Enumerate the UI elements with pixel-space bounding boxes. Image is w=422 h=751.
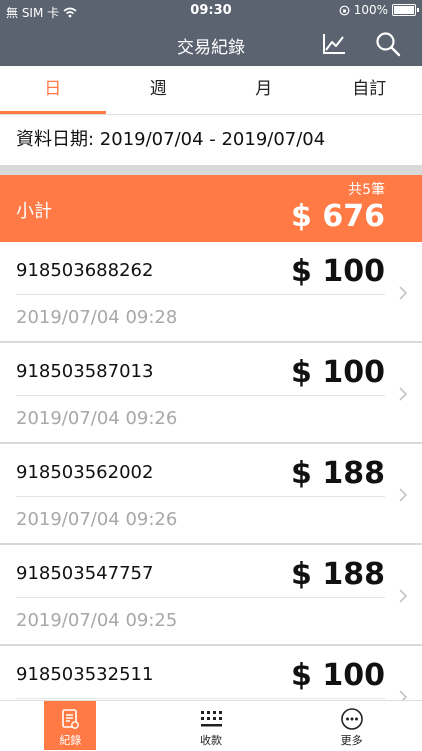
- subtotal-amount: $ 676: [291, 199, 385, 234]
- transaction-id: 918503547757: [16, 563, 153, 584]
- keypad-icon: [199, 707, 223, 731]
- transaction-time: 2019/07/04 09:26: [16, 509, 177, 530]
- nav-more-label: 更多: [281, 732, 422, 748]
- transaction-time: 2019/07/04 09:26: [16, 408, 177, 429]
- transaction-time: 2019/07/04 09:25: [16, 610, 177, 631]
- chevron-right-icon: [398, 589, 408, 603]
- transaction-amount: $ 100: [291, 355, 385, 390]
- transaction-row[interactable]: 918503587013 $ 100 2019/07/04 09:26: [0, 343, 422, 444]
- battery-icon: [392, 4, 416, 16]
- chart-button[interactable]: [320, 30, 348, 58]
- chevron-right-icon: [398, 387, 408, 401]
- nav-collect[interactable]: 收款: [141, 701, 282, 751]
- transaction-list: 918503688262 $ 100 2019/07/04 09:28 9185…: [0, 242, 422, 700]
- transaction-id: 918503587013: [16, 361, 153, 382]
- transaction-id: 918503688262: [16, 260, 153, 281]
- header-bar: 交易紀錄: [0, 22, 422, 66]
- bottom-nav: 紀錄 收款 更多: [0, 700, 422, 751]
- row-divider: [16, 597, 385, 598]
- row-divider: [16, 496, 385, 497]
- tab-month[interactable]: 月: [211, 66, 317, 114]
- transaction-amount: $ 188: [291, 557, 385, 592]
- status-bar: 無 SIM 卡 09:30 100%: [0, 0, 422, 22]
- transaction-id: 918503532511: [16, 664, 153, 685]
- more-icon: [340, 707, 364, 731]
- transaction-id: 918503562002: [16, 462, 153, 483]
- date-range: 資料日期: 2019/07/04 - 2019/07/04: [0, 115, 422, 165]
- chevron-right-icon: [398, 286, 408, 300]
- tab-custom[interactable]: 自訂: [317, 66, 422, 114]
- receipt-icon: [58, 707, 82, 731]
- chevron-right-icon: [398, 690, 408, 700]
- chevron-right-icon: [398, 488, 408, 502]
- nav-records[interactable]: 紀錄: [0, 701, 141, 751]
- battery-group: 100%: [339, 3, 416, 17]
- subtotal-banner: 小計 共5筆 $ 676: [0, 175, 422, 242]
- tab-week[interactable]: 週: [106, 66, 212, 114]
- line-chart-icon: [320, 30, 348, 58]
- transaction-row[interactable]: 918503547757 $ 188 2019/07/04 09:25: [0, 545, 422, 646]
- transaction-row[interactable]: 918503562002 $ 188 2019/07/04 09:26: [0, 444, 422, 545]
- transaction-row[interactable]: 918503688262 $ 100 2019/07/04 09:28: [0, 242, 422, 343]
- nav-records-label: 紀錄: [0, 732, 141, 748]
- transaction-amount: $ 100: [291, 658, 385, 693]
- page-title: 交易紀錄: [0, 33, 422, 58]
- nav-collect-label: 收款: [141, 732, 282, 748]
- transaction-time: 2019/07/04 09:28: [16, 307, 177, 328]
- row-divider: [16, 294, 385, 295]
- tab-day[interactable]: 日: [0, 66, 106, 114]
- transaction-count: 共5筆: [348, 179, 385, 199]
- nav-more[interactable]: 更多: [281, 701, 422, 751]
- row-divider: [16, 698, 385, 699]
- search-button[interactable]: [374, 30, 402, 58]
- section-divider: [0, 165, 422, 175]
- rotation-lock-icon: [339, 5, 350, 16]
- transaction-amount: $ 188: [291, 456, 385, 491]
- battery-percent: 100%: [354, 3, 388, 17]
- row-divider: [16, 395, 385, 396]
- subtotal-label: 小計: [16, 197, 52, 223]
- period-tabs: 日 週 月 自訂: [0, 66, 422, 115]
- transaction-row[interactable]: 918503532511 $ 100: [0, 646, 422, 700]
- transaction-amount: $ 100: [291, 254, 385, 289]
- search-icon: [374, 30, 402, 58]
